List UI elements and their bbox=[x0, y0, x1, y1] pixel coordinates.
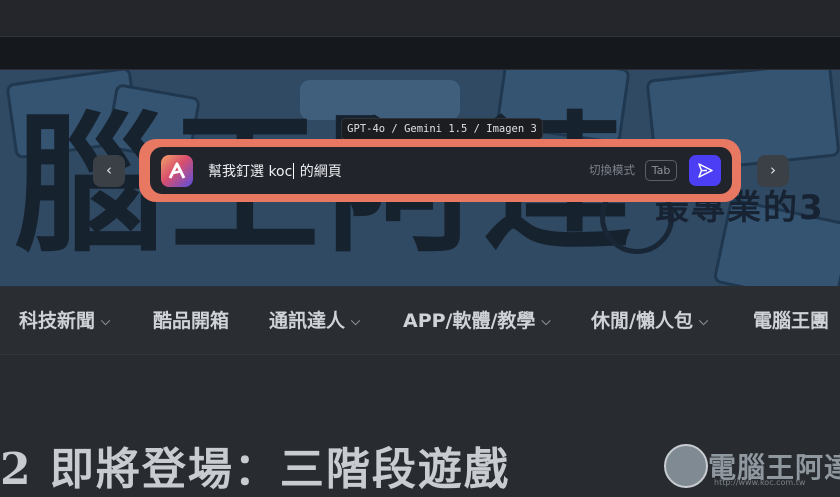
prompt-input[interactable]: 幫我釘選 koc 的網頁 bbox=[208, 161, 342, 181]
next-arrow-button[interactable]: › bbox=[757, 155, 789, 187]
site-nav: 科技新聞 ⌵ 酷品開箱 通訊達人 ⌵ APP/軟體/教學 ⌵ 休閒/懶人包 ⌵ 電腦王團 bbox=[0, 286, 840, 355]
nav-item-label: 通訊達人 bbox=[269, 310, 346, 332]
nav-item-tech-news[interactable]: 科技新聞 ⌵ bbox=[19, 306, 110, 333]
arc-logo-icon bbox=[161, 155, 193, 187]
nav-item-label: 酷品開箱 bbox=[153, 310, 230, 332]
nav-item-group[interactable]: 電腦王團 bbox=[753, 306, 829, 333]
nav-item-leisure[interactable]: 休閒/懶人包 ⌵ bbox=[591, 306, 708, 333]
nav-item-label: 科技新聞 bbox=[19, 310, 96, 332]
switch-mode-label: 切換模式 bbox=[589, 163, 635, 177]
prompt-text: 幫我釘選 koc bbox=[208, 164, 293, 180]
nav-item-label: 電腦王團 bbox=[753, 310, 830, 332]
watermark-url: http://www.koc.com.tw bbox=[714, 478, 806, 487]
model-tooltip: GPT-4o / Gemini 1.5 / Imagen 3 bbox=[341, 118, 543, 140]
nav-item-label: APP/軟體/教學 bbox=[403, 310, 536, 332]
chevron-down-icon: ⌵ bbox=[698, 314, 709, 328]
watermark: 電腦王阿達 http://www.koc.com.tw bbox=[664, 440, 840, 490]
chevron-down-icon: ⌵ bbox=[541, 314, 551, 328]
browser-title-bar bbox=[0, 0, 840, 37]
send-icon bbox=[698, 163, 713, 178]
nav-item-unboxing[interactable]: 酷品開箱 bbox=[153, 306, 229, 333]
nav-item-app-software[interactable]: APP/軟體/教學 ⌵ bbox=[403, 306, 551, 333]
prev-arrow-button[interactable]: ‹ bbox=[93, 155, 125, 187]
mascot-icon bbox=[664, 444, 708, 488]
tab-key-hint[interactable]: Tab bbox=[645, 160, 677, 181]
send-button[interactable] bbox=[689, 155, 721, 186]
browser-toolbar bbox=[0, 37, 840, 70]
article-title[interactable]: 2 即將登場：三階段遊戲 bbox=[0, 448, 510, 492]
chevron-down-icon: ⌵ bbox=[351, 314, 361, 328]
nav-item-label: 休閒/懶人包 bbox=[591, 310, 693, 332]
nav-item-telecom[interactable]: 通訊達人 ⌵ bbox=[269, 306, 360, 333]
prompt-text-tail: 的網頁 bbox=[295, 164, 342, 180]
chevron-down-icon: ⌵ bbox=[101, 314, 111, 328]
